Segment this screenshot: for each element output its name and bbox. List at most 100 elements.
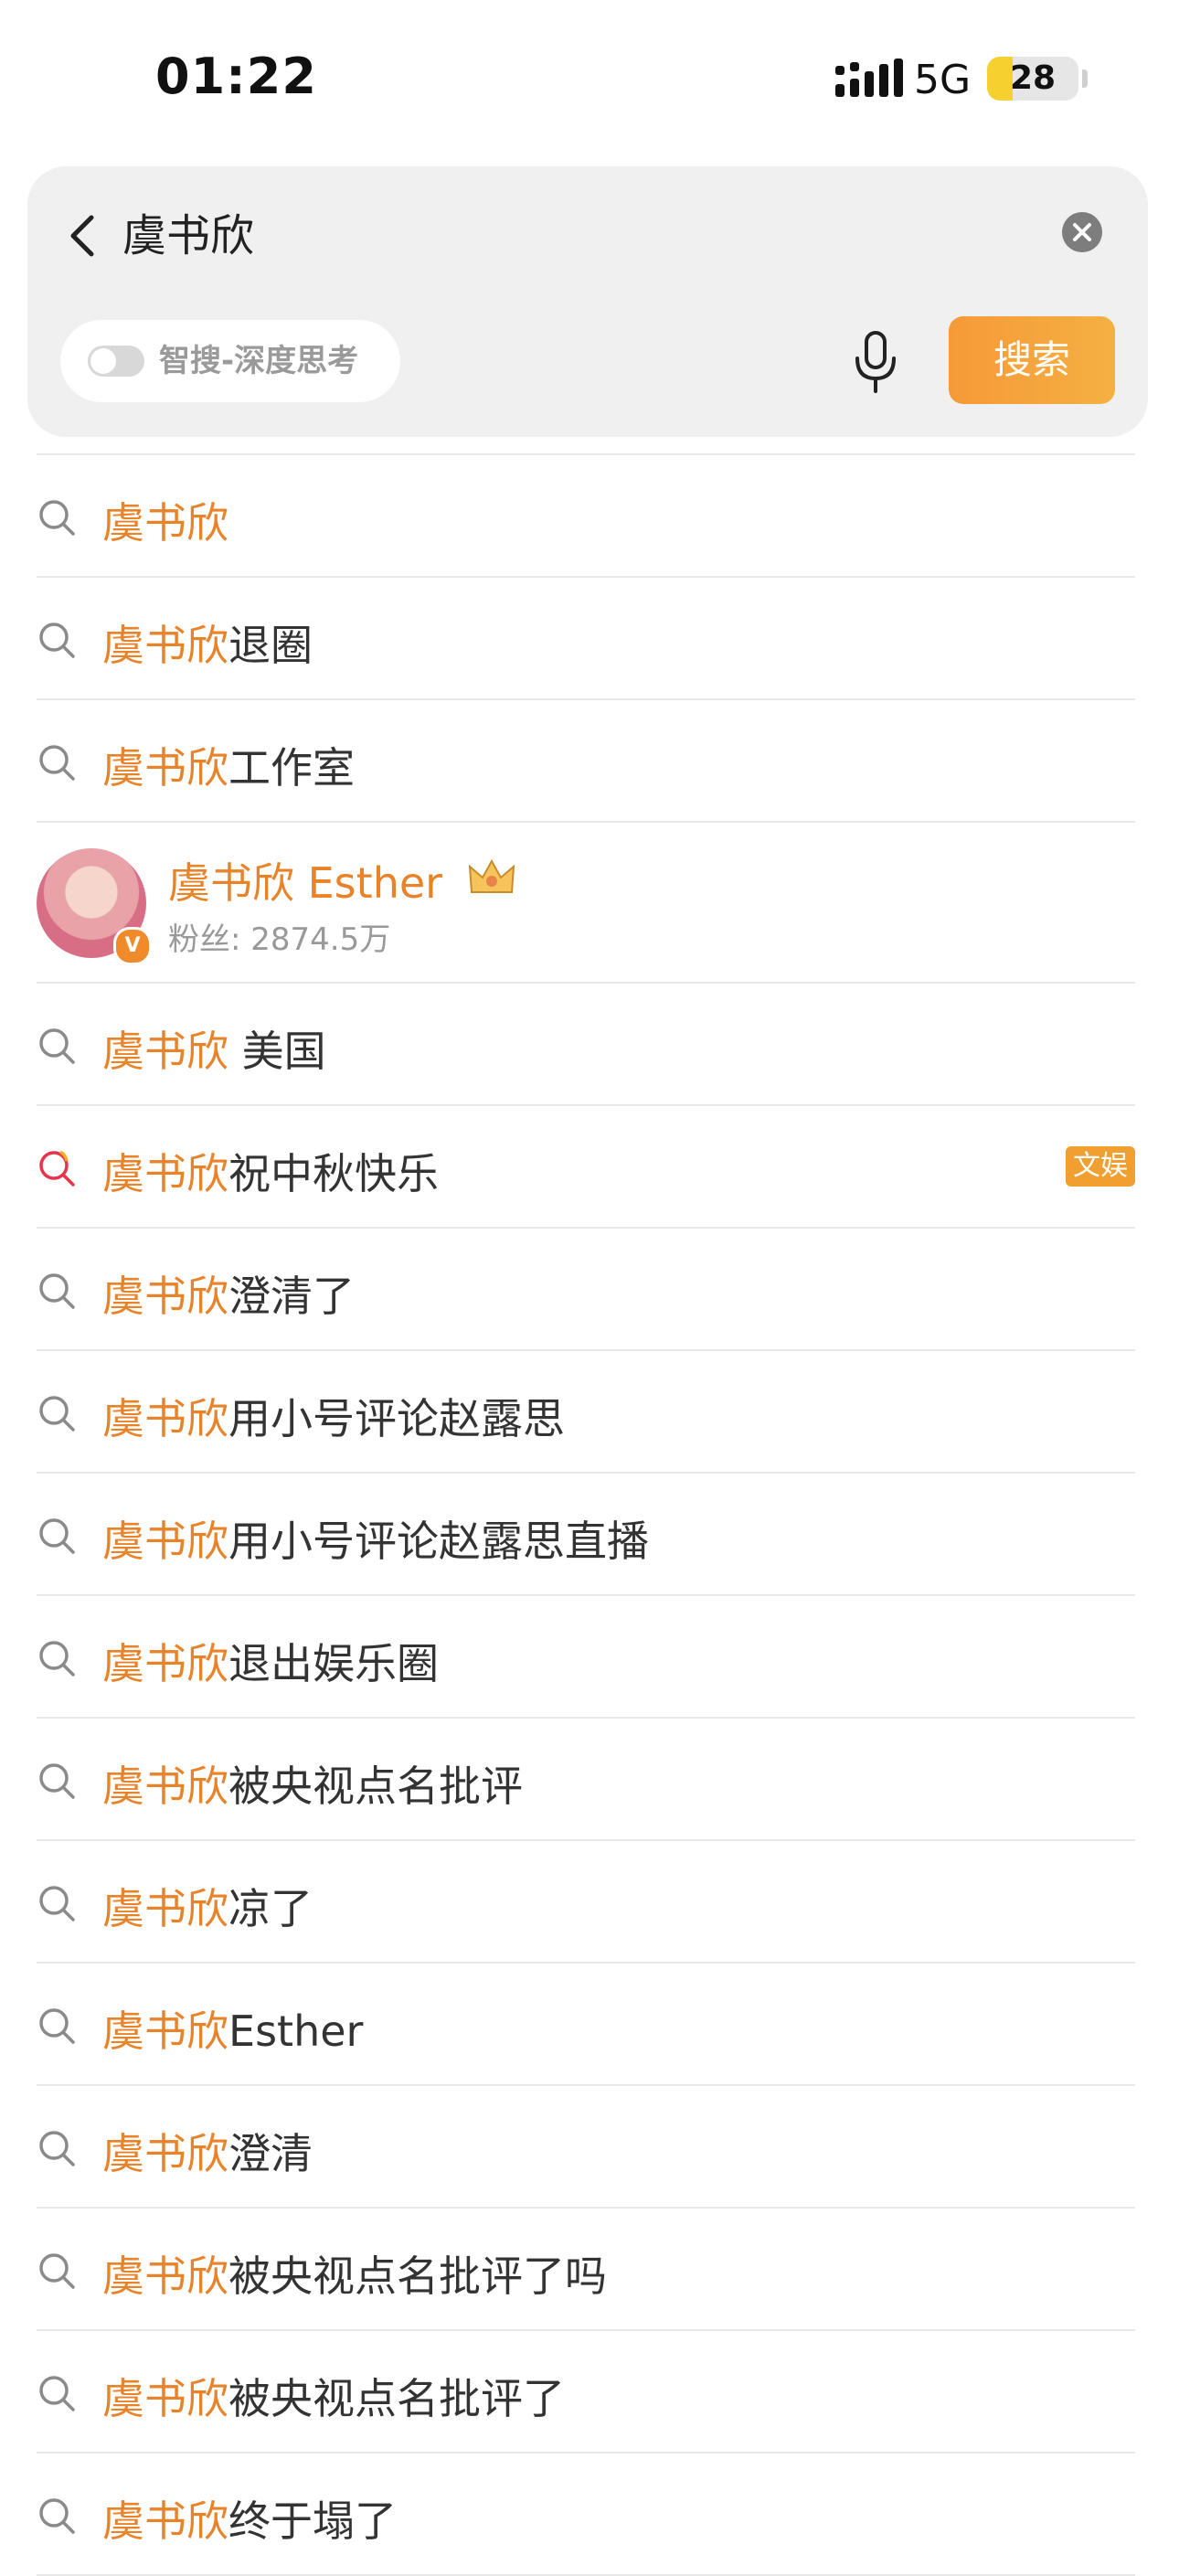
crown-icon bbox=[468, 858, 515, 893]
search-icon bbox=[37, 1026, 77, 1066]
signal-bars-icon bbox=[835, 59, 903, 97]
suggestion-highlight: 虞书欣 bbox=[102, 621, 228, 670]
user-name: 虞书欣 Esther bbox=[168, 858, 443, 908]
suggestion-text: 虞书欣Esther bbox=[102, 1998, 363, 2059]
suggestion-highlight: 虞书欣 bbox=[102, 1639, 228, 1688]
suggestion-text: 虞书欣被央视点名批评了吗 bbox=[102, 2243, 607, 2304]
smart-search-label: 智搜-深度思考 bbox=[159, 343, 359, 379]
clear-icon[interactable] bbox=[1060, 210, 1104, 254]
suggestion-text: 虞书欣终于塌了 bbox=[102, 2488, 397, 2549]
fans-count: 粉丝: 2874.5万 bbox=[168, 921, 391, 958]
search-icon bbox=[37, 742, 77, 782]
suggestion-highlight: 虞书欣 bbox=[102, 1762, 228, 1811]
suggestion-text: 虞书欣被央视点名批评了 bbox=[102, 2366, 565, 2426]
search-icon bbox=[37, 2128, 77, 2168]
suggestion-row[interactable]: 虞书欣 美国 bbox=[37, 984, 1135, 1106]
suggestion-highlight: 虞书欣 bbox=[102, 2007, 228, 2056]
suggestion-highlight: 虞书欣 bbox=[102, 1272, 228, 1321]
back-chevron-icon[interactable] bbox=[58, 208, 104, 263]
suggestion-highlight: 虞书欣 bbox=[102, 1517, 228, 1566]
status-time: 01:22 bbox=[155, 48, 317, 105]
suggestion-highlight: 虞书欣 bbox=[102, 2129, 228, 2178]
search-icon bbox=[37, 497, 77, 538]
toggle-switch[interactable] bbox=[88, 346, 144, 377]
suggestion-highlight: 虞书欣 bbox=[102, 1149, 228, 1198]
search-icon bbox=[37, 2373, 77, 2413]
battery-tip bbox=[1082, 69, 1088, 88]
search-icon bbox=[37, 2496, 77, 2536]
suggestion-highlight: 虞书欣 bbox=[102, 743, 228, 793]
suggestion-row[interactable]: 虞书欣澄清了 bbox=[37, 1229, 1135, 1351]
suggestion-row[interactable]: 虞书欣凉了 bbox=[37, 1841, 1135, 1964]
search-button[interactable]: 搜索 bbox=[949, 316, 1115, 404]
suggestion-suffix: 用小号评论赵露思直播 bbox=[228, 1517, 649, 1566]
suggestion-text: 虞书欣凉了 bbox=[102, 1876, 313, 1936]
suggestion-highlight: 虞书欣 bbox=[102, 2496, 228, 2546]
smart-search-toggle[interactable]: 智搜-深度思考 bbox=[60, 320, 400, 402]
suggestion-row[interactable]: 虞书欣被央视点名批评了吗 bbox=[37, 2209, 1135, 2331]
category-badge: 文娱 bbox=[1066, 1146, 1135, 1187]
network-type: 5G bbox=[914, 57, 972, 103]
suggestion-row[interactable]: 虞书欣祝中秋快乐 文娱 bbox=[37, 1106, 1135, 1229]
suggestion-text: 虞书欣 bbox=[102, 490, 228, 550]
suggestion-row[interactable]: 虞书欣退出娱乐圈 bbox=[37, 1596, 1135, 1719]
toggle-knob bbox=[90, 348, 116, 374]
suggestion-text: 虞书欣被央视点名批评 bbox=[102, 1753, 523, 1814]
search-icon bbox=[37, 2006, 77, 2046]
suggestion-row[interactable]: 虞书欣被央视点名批评 bbox=[37, 1719, 1135, 1841]
suggestion-suffix: 凉了 bbox=[228, 1884, 313, 1933]
verified-badge: V bbox=[113, 927, 152, 965]
suggestion-suffix: 澄清 bbox=[228, 2129, 313, 2178]
suggestion-text: 虞书欣 美国 bbox=[102, 1018, 326, 1079]
suggestion-row[interactable]: 虞书欣澄清 bbox=[37, 2086, 1135, 2209]
suggestion-row[interactable]: 虞书欣终于塌了 bbox=[37, 2454, 1135, 2576]
suggestion-row[interactable]: 虞书欣Esther bbox=[37, 1964, 1135, 2086]
microphone-icon[interactable] bbox=[848, 329, 903, 395]
search-icon bbox=[37, 1271, 77, 1311]
search-icon bbox=[37, 1516, 77, 1556]
suggestion-highlight: 虞书欣 bbox=[102, 1394, 228, 1443]
suggestion-row[interactable]: 虞书欣工作室 bbox=[37, 700, 1135, 823]
suggestion-highlight: 虞书欣 bbox=[102, 2374, 228, 2423]
suggestion-text: 虞书欣用小号评论赵露思 bbox=[102, 1386, 565, 1446]
suggestion-text: 虞书欣澄清了 bbox=[102, 1263, 355, 1324]
suggestion-suffix: 被央视点名批评 bbox=[228, 1762, 523, 1811]
suggestion-suffix: 用小号评论赵露思 bbox=[228, 1394, 565, 1443]
search-panel: 虞书欣 智搜-深度思考 搜索 bbox=[27, 166, 1148, 437]
suggestion-row[interactable]: 虞书欣用小号评论赵露思直播 bbox=[37, 1474, 1135, 1596]
suggestion-suffix: 退出娱乐圈 bbox=[228, 1639, 439, 1688]
suggestion-suffix: 被央视点名批评了吗 bbox=[228, 2251, 607, 2301]
search-input[interactable]: 虞书欣 bbox=[122, 199, 254, 272]
suggestion-text: 虞书欣祝中秋快乐 bbox=[102, 1141, 439, 1201]
suggestion-suffix: 澄清了 bbox=[228, 1272, 355, 1321]
suggestion-highlight: 虞书欣 bbox=[102, 2251, 228, 2301]
suggestion-row[interactable]: 虞书欣被央视点名批评了 bbox=[37, 2331, 1135, 2454]
suggestion-highlight: 虞书欣 bbox=[102, 498, 228, 548]
search-icon bbox=[37, 2251, 77, 2291]
status-bar: 01:22 5G 28 bbox=[0, 0, 1179, 155]
suggestion-text: 虞书欣用小号评论赵露思直播 bbox=[102, 1508, 649, 1569]
suggestion-row[interactable]: 虞书欣退圈 bbox=[37, 578, 1135, 700]
suggestion-suffix: 祝中秋快乐 bbox=[228, 1149, 439, 1198]
suggestion-text: 虞书欣工作室 bbox=[102, 735, 355, 795]
suggestion-row[interactable]: 虞书欣 bbox=[37, 455, 1135, 578]
suggestion-text: 虞书欣退圈 bbox=[102, 612, 313, 673]
suggestion-suffix: Esther bbox=[228, 2007, 364, 2056]
suggestion-highlight: 虞书欣 bbox=[102, 1027, 228, 1076]
suggestion-highlight: 虞书欣 bbox=[102, 1884, 228, 1933]
suggestion-suffix: 被央视点名批评了 bbox=[228, 2374, 565, 2423]
search-icon bbox=[37, 1638, 77, 1678]
battery-indicator: 28 bbox=[987, 57, 1078, 101]
suggestion-row[interactable]: 虞书欣用小号评论赵露思 bbox=[37, 1351, 1135, 1474]
user-suggestion-row[interactable]: V 虞书欣 Esther 粉丝: 2874.5万 bbox=[37, 823, 1135, 984]
suggestion-suffix: 美国 bbox=[228, 1027, 326, 1076]
suggestion-suffix: 终于塌了 bbox=[228, 2496, 397, 2546]
suggestion-text: 虞书欣澄清 bbox=[102, 2121, 313, 2181]
hot-search-icon bbox=[37, 1148, 77, 1188]
search-icon bbox=[37, 1393, 77, 1433]
suggestion-suffix: 退圈 bbox=[228, 621, 313, 670]
suggestion-suffix: 工作室 bbox=[228, 743, 355, 793]
suggestion-text: 虞书欣退出娱乐圈 bbox=[102, 1631, 439, 1691]
search-icon bbox=[37, 1761, 77, 1801]
battery-percent: 28 bbox=[1009, 59, 1057, 97]
